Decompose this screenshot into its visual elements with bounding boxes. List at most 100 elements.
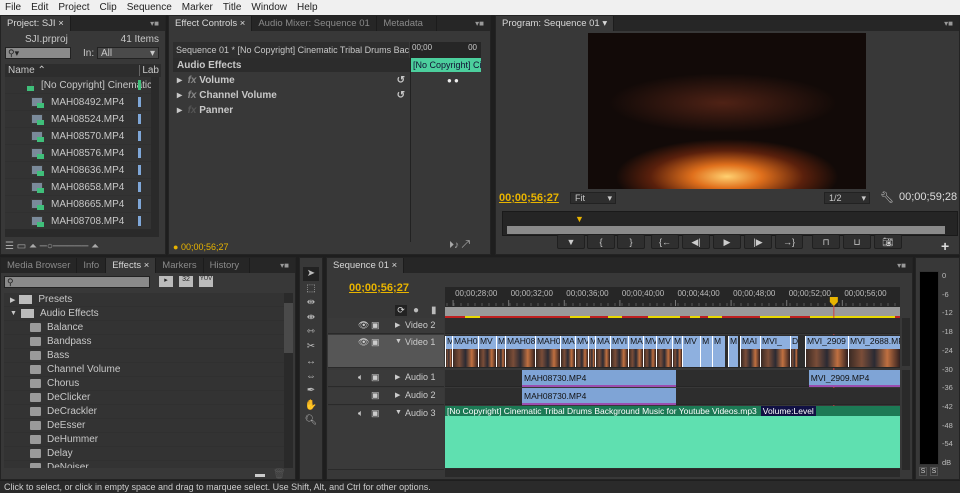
meter-scale-label: -42 (942, 401, 953, 411)
video-clip[interactable]: MV (656, 336, 672, 367)
solo-right-button[interactable]: S (930, 467, 938, 476)
clip-name: M (674, 336, 682, 346)
audio-clip[interactable]: MVI_2909.MP4 (808, 370, 900, 387)
sync-lock-icon[interactable]: ▣ (371, 408, 380, 419)
mark-in-button[interactable]: { (587, 234, 615, 249)
clip-name: MAH08 (507, 336, 535, 346)
clip-name: M (498, 336, 506, 346)
clip-thumbnail (849, 349, 900, 367)
audio3-clip[interactable]: [No Copyright] Cinematic Tribal Drums Ba… (445, 406, 900, 468)
clip-name: MVI_ (762, 336, 782, 346)
step-forward-button[interactable]: |▶ (744, 234, 772, 249)
video-scrollbar[interactable] (902, 318, 910, 366)
clip-thumbnail (535, 349, 560, 367)
clip-name: MVI_2909.MP4 (810, 373, 870, 383)
ruler-label: 00;00;44;00 (677, 289, 720, 298)
track-area-v2[interactable] (445, 318, 900, 334)
video-clip[interactable]: MVI_2688.MP4 (848, 336, 900, 367)
clip-name: MV (684, 336, 697, 346)
video-clip[interactable]: MAH0 (534, 336, 560, 367)
add-marker-button[interactable]: ▼ (557, 234, 585, 249)
clip-thumbnail (740, 349, 760, 367)
audio-meter-panel: S S 0 -6 -12 -18 -24 -30 -36 -42 -48 -54 dB (915, 257, 960, 480)
sync-lock-icon[interactable]: ▣ (371, 372, 380, 383)
video-clip[interactable]: M (672, 336, 682, 367)
clip-thumbnail (611, 349, 629, 367)
video-clip[interactable]: MVI_2909 (805, 336, 848, 367)
clip-name: M (730, 336, 738, 346)
sync-lock-icon[interactable]: ▣ (371, 337, 380, 348)
extract-button[interactable]: ⊔ (843, 234, 871, 249)
video-clip[interactable]: MA (594, 336, 610, 367)
video-clip[interactable]: M (700, 336, 713, 367)
track-expand-icon[interactable]: ▼ (395, 338, 402, 345)
video-clip[interactable]: D (790, 336, 799, 367)
track-expand-icon[interactable]: ▶ (395, 321, 400, 329)
clip-fx-dropdown[interactable]: Volume:Level (760, 406, 816, 416)
clip-header: [No Copyright] Cinematic Tribal Drums Ba… (445, 406, 900, 416)
video-clip[interactable]: MV (682, 336, 701, 367)
clip-thumbnail (575, 349, 589, 367)
meter-scale-label: -24 (942, 345, 953, 355)
play-button[interactable]: ▶ (713, 234, 741, 249)
clip-thumbnail (806, 349, 848, 367)
video-clip[interactable]: MAH08 (505, 336, 535, 367)
video-clip[interactable]: MV (477, 336, 496, 367)
speaker-icon[interactable]: 🔈︎ (358, 408, 363, 419)
video-clip[interactable]: MAI (739, 336, 760, 367)
video-clip[interactable]: MV (642, 336, 657, 367)
clip-name: MV (658, 336, 671, 346)
video-clip[interactable]: MA (559, 336, 575, 367)
work-area-bar[interactable] (445, 307, 900, 317)
clip-thumbnail (629, 349, 643, 367)
audio-clip[interactable]: MAH08730.MP4 (522, 370, 677, 387)
export-frame-button[interactable]: 📷︎ (874, 234, 902, 249)
track-name: Audio 2 (405, 390, 436, 400)
meter-scale-label: -12 (942, 308, 953, 318)
clip-name: MVI_2688.MP4 (850, 336, 900, 346)
video-clip[interactable]: MAH08 (451, 336, 478, 367)
clip-name: MV (644, 336, 656, 346)
meter-scale-label: 0 (942, 271, 947, 280)
speaker-icon[interactable]: 🔈︎ (358, 372, 363, 383)
eye-icon[interactable]: 👁︎ (358, 320, 369, 331)
track-name: Video 2 (405, 320, 436, 330)
video-clip[interactable]: M (728, 336, 739, 367)
clip-thumbnail (497, 349, 506, 367)
video-clip[interactable]: MV (574, 336, 589, 367)
solo-left-button[interactable]: S (919, 467, 927, 476)
track-expand-icon[interactable]: ▶ (395, 373, 400, 381)
meter-scale-label: -6 (942, 289, 949, 299)
video-clip[interactable]: MVI (610, 336, 629, 367)
clip-thumbnail (506, 349, 535, 367)
ruler-label: 00;00;28;00 (455, 289, 498, 298)
clip-name: MA (596, 336, 610, 346)
clip-thumbnail (657, 349, 672, 367)
video-clip[interactable]: MVI_ (760, 336, 791, 367)
video-clip[interactable]: MA (628, 336, 643, 367)
video-clip[interactable]: M (712, 336, 725, 367)
timeline-hscrollbar[interactable] (445, 470, 900, 477)
video-clip[interactable]: M (496, 336, 506, 367)
audio-scrollbar[interactable] (902, 370, 910, 470)
track-name: Audio 1 (405, 372, 436, 382)
step-back-button[interactable]: ◀| (682, 234, 710, 249)
go-to-out-button[interactable]: →} (775, 234, 803, 249)
clip-name: MA (630, 336, 643, 346)
lift-button[interactable]: ⊓ (812, 234, 840, 249)
sync-lock-icon[interactable]: ▣ (371, 390, 380, 401)
video-clip[interactable]: M (445, 336, 452, 367)
ruler-label: 00;00;48;00 (733, 289, 776, 298)
video-clip[interactable]: M (588, 336, 595, 367)
clip-name: MV (576, 336, 588, 346)
clip-thumbnail (452, 349, 478, 367)
track-expand-icon[interactable]: ▼ (395, 409, 402, 416)
mark-out-button[interactable]: } (617, 234, 645, 249)
go-to-in-button[interactable]: {← (651, 234, 679, 249)
clip-thumbnail (595, 349, 610, 367)
audio-clip[interactable]: MAH08730.MP4 (522, 388, 677, 405)
meter-scale-label: -18 (942, 327, 953, 337)
sync-lock-icon[interactable]: ▣ (371, 320, 380, 331)
track-expand-icon[interactable]: ▶ (395, 391, 400, 399)
eye-icon[interactable]: 👁︎ (358, 337, 369, 348)
